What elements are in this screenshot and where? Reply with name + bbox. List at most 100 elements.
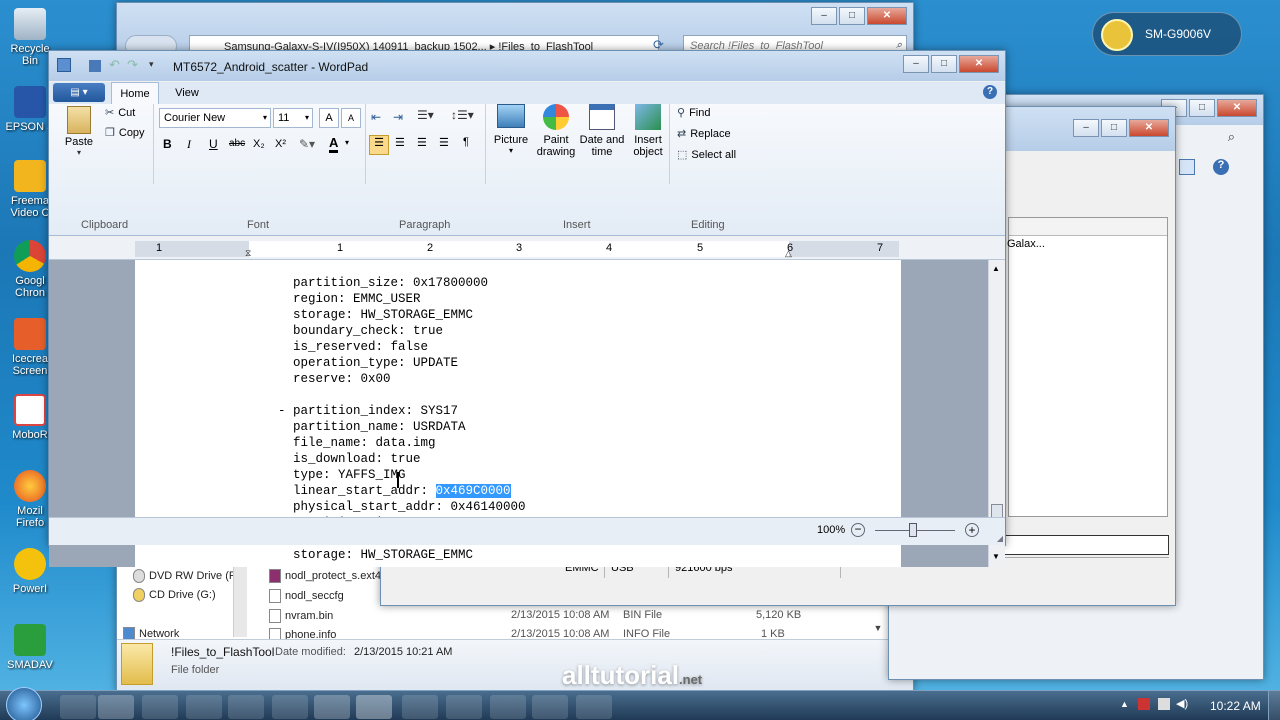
battery-gadget[interactable]: SM-G9006V [1092, 12, 1242, 56]
help-icon[interactable]: ? [1213, 159, 1229, 175]
font-family-select[interactable]: Courier New ▾ [159, 108, 271, 128]
increase-indent-icon[interactable]: ⇥ [393, 110, 403, 124]
copy-button[interactable]: ❐ Copy [105, 126, 145, 139]
bullets-icon[interactable]: ☰▾ [417, 108, 434, 122]
align-center-button[interactable]: ☰ [395, 136, 405, 149]
document-line[interactable]: - partition_index: SYS17 [263, 404, 458, 418]
tab-home[interactable]: Home [111, 82, 159, 104]
align-left-button[interactable]: ☰ [369, 135, 389, 155]
font-size-select[interactable]: 11 ▾ [273, 108, 313, 128]
taskbar-app-icon[interactable] [490, 695, 526, 719]
chevron-down-icon[interactable]: ▾ [345, 138, 349, 147]
search-icon[interactable]: ⌕ [1228, 129, 1235, 145]
document-line[interactable]: boundary_check: true [263, 324, 443, 338]
subscript-button[interactable]: X₂ [253, 138, 265, 150]
taskbar-android-icon[interactable] [532, 695, 568, 719]
taskbar-chrome-icon[interactable] [186, 695, 222, 719]
redo-icon[interactable]: ↷ [127, 57, 138, 73]
nav-item-cd-drive[interactable]: CD Drive (G:) [133, 588, 216, 602]
document-line[interactable]: region: EMMC_USER [263, 292, 421, 306]
document-line[interactable]: linear_start_addr: 0x469C0000 [263, 484, 511, 498]
file-row[interactable]: nodl_seccfg [269, 589, 344, 603]
scroll-up-arrow[interactable]: ▲ [992, 264, 1000, 273]
strikethrough-button[interactable]: abc [229, 138, 245, 149]
align-right-button[interactable]: ☰ [417, 136, 427, 149]
taskbar-emoticon-icon[interactable] [272, 695, 308, 719]
flashtool-table[interactable] [1008, 217, 1168, 517]
grow-font-button[interactable]: A [319, 108, 339, 128]
file-row[interactable]: nodl_protect_s.ext4 [269, 569, 381, 583]
tray-flag-icon[interactable] [1138, 698, 1150, 710]
document-line[interactable]: storage: HW_STORAGE_EMMC [263, 548, 473, 562]
shrink-font-button[interactable]: A [341, 108, 361, 128]
taskbar-app-icon[interactable] [402, 695, 438, 719]
zoom-slider-thumb[interactable] [909, 523, 917, 537]
zoom-in-button[interactable]: + [965, 523, 979, 537]
view-icon[interactable] [1179, 159, 1195, 175]
close-button[interactable]: ✕ [867, 7, 907, 25]
table-cell[interactable]: Galax... [1007, 238, 1045, 250]
left-indent-marker[interactable]: ⧖ [245, 248, 251, 259]
show-desktop-button[interactable] [1268, 691, 1280, 720]
document-line[interactable]: partition_size: 0x17800000 [263, 276, 488, 290]
document-line[interactable]: is_download: true [263, 452, 421, 466]
scroll-down-arrow[interactable]: ▼ [992, 552, 1000, 561]
minimize-button[interactable]: – [811, 7, 837, 25]
document-line[interactable]: is_reserved: false [263, 340, 428, 354]
taskbar-ie-icon[interactable] [60, 695, 96, 719]
close-button[interactable]: ✕ [1217, 99, 1257, 117]
document-line[interactable]: physical_start_addr: 0x46140000 [263, 500, 526, 514]
nav-item-dvd-drive[interactable]: DVD RW Drive (F: [133, 569, 239, 583]
customize-toolbar-icon[interactable]: ▾ [149, 59, 154, 70]
document-line[interactable]: operation_type: UPDATE [263, 356, 458, 370]
paragraph-settings-icon[interactable]: ¶ [463, 136, 469, 148]
desktop-icon-smadav[interactable]: SMADAV [2, 624, 58, 671]
document-line[interactable]: reserve: 0x00 [263, 372, 391, 386]
ruler[interactable]: 1 1 2 3 4 5 6 7 ⧖ △ [49, 238, 1005, 260]
line-spacing-icon[interactable]: ↕☰▾ [451, 108, 474, 122]
minimize-button[interactable]: – [903, 55, 929, 73]
nav-pane-scrollbar[interactable] [233, 563, 247, 637]
file-row[interactable]: nvram.bin 2/13/2015 10:08 AM BIN File 5,… [269, 609, 909, 623]
help-icon[interactable]: ? [983, 85, 997, 99]
bold-button[interactable]: B [163, 137, 172, 151]
clock[interactable]: 10:22 AM [1210, 699, 1261, 713]
tab-view[interactable]: View [165, 82, 209, 104]
cut-button[interactable]: ✂ Cut [105, 106, 135, 119]
maximize-button[interactable]: □ [1189, 99, 1215, 117]
tray-show-hidden-icon[interactable]: ▲ [1120, 699, 1129, 709]
maximize-button[interactable]: □ [839, 7, 865, 25]
date-time-button[interactable]: Date and time [579, 104, 625, 158]
document-line[interactable]: type: YAFFS_IMG [263, 468, 406, 482]
decrease-indent-icon[interactable]: ⇤ [371, 110, 381, 124]
taskbar-wordpad-icon[interactable] [356, 695, 392, 719]
zoom-out-button[interactable]: − [851, 523, 865, 537]
insert-object-button[interactable]: Insert object [625, 104, 671, 158]
paint-drawing-button[interactable]: Paint drawing [533, 104, 579, 158]
justify-button[interactable]: ☰ [439, 136, 449, 149]
find-button[interactable]: ⚲ Find [677, 106, 710, 119]
save-icon[interactable] [89, 60, 101, 72]
taskbar-firefox-icon[interactable] [228, 695, 264, 719]
tray-volume-icon[interactable]: ◀) [1176, 697, 1188, 710]
superscript-button[interactable]: X² [275, 138, 286, 150]
font-color-button[interactable]: A [329, 135, 339, 153]
right-indent-marker[interactable]: △ [785, 248, 792, 259]
tray-network-icon[interactable] [1158, 698, 1170, 710]
highlight-color-button[interactable]: ✎▾ [299, 137, 315, 151]
close-button[interactable]: ✕ [1129, 119, 1169, 137]
document-line[interactable]: file_name: data.img [263, 436, 436, 450]
file-list-scroll-down[interactable]: ▼ [871, 623, 885, 637]
document-line[interactable]: storage: HW_STORAGE_EMMC [263, 308, 473, 322]
wordpad-window[interactable]: ↶ ↷ ▾ MT6572_Android_scatter - WordPad –… [48, 50, 1006, 567]
start-button[interactable] [6, 687, 42, 720]
taskbar-app-icon[interactable] [446, 695, 482, 719]
maximize-button[interactable]: □ [1101, 119, 1127, 137]
maximize-button[interactable]: □ [931, 55, 957, 73]
close-button[interactable]: ✕ [959, 55, 999, 73]
italic-button[interactable]: I [187, 137, 191, 152]
taskbar-app-icon[interactable] [576, 695, 612, 719]
picture-button[interactable]: Picture ▾ [489, 104, 533, 155]
application-menu-button[interactable]: ▤ ▾ [53, 83, 105, 102]
underline-button[interactable]: U [209, 137, 218, 151]
